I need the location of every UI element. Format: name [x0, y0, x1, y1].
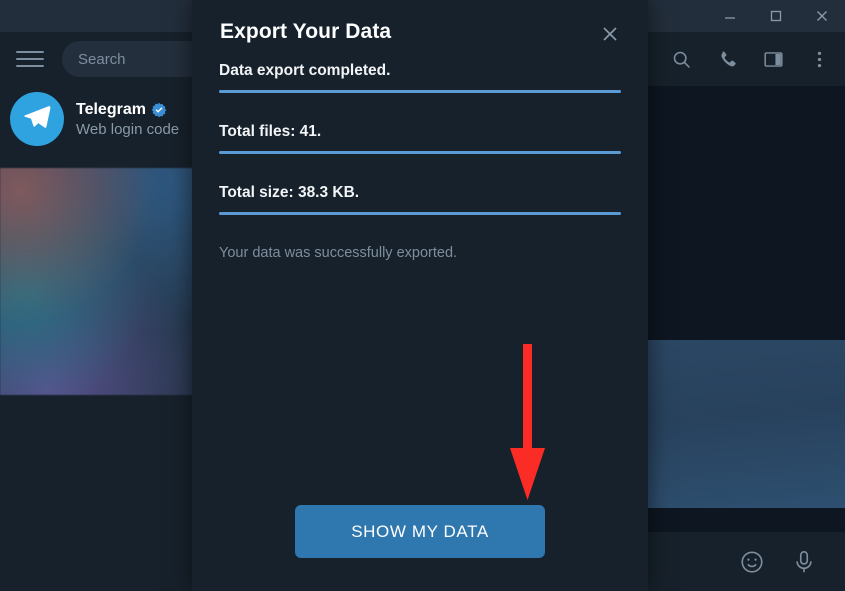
avatar [10, 92, 64, 146]
chat-preview: Web login code [76, 120, 180, 138]
export-data-dialog: Export Your Data Data export completed. … [192, 0, 648, 591]
maximize-button[interactable] [753, 0, 799, 32]
export-step: Total files: 41. [219, 123, 621, 154]
minimize-icon [723, 9, 737, 23]
export-step: Total size: 38.3 KB. [219, 184, 621, 215]
microphone-icon[interactable] [791, 549, 817, 575]
split-view-icon[interactable] [761, 47, 785, 71]
emoji-smiley-icon[interactable] [739, 549, 765, 575]
progress-bar [219, 212, 621, 215]
chat-meta: Telegram Web login code [76, 101, 179, 138]
close-icon [815, 9, 829, 23]
step-label: Total files: 41. [219, 123, 322, 140]
message-bubble [645, 340, 845, 508]
dialog-close-button[interactable] [600, 24, 622, 46]
chat-name: Telegram [76, 100, 146, 118]
progress-bar [219, 151, 621, 154]
dialog-header: Export Your Data [192, 0, 648, 46]
step-label: Total size: 38.3 KB. [219, 184, 360, 201]
minimize-button[interactable] [707, 0, 753, 32]
search-icon[interactable] [669, 47, 693, 71]
export-step: Data export completed. [219, 62, 621, 93]
show-my-data-button[interactable]: SHOW MY DATA [295, 505, 545, 558]
maximize-icon [769, 9, 783, 23]
verified-badge-icon [151, 102, 167, 118]
close-icon [600, 24, 622, 44]
chat-name-row: Telegram [76, 101, 179, 119]
search-placeholder: Search [78, 50, 126, 68]
progress-bar [219, 90, 621, 93]
telegram-paper-plane-icon [22, 102, 52, 137]
more-options-icon[interactable] [807, 47, 831, 71]
dialog-body: Data export completed. Total files: 41. … [192, 62, 648, 261]
close-button[interactable] [799, 0, 845, 32]
success-note: Your data was successfully exported. [219, 245, 458, 261]
phone-call-icon[interactable] [715, 47, 739, 71]
hamburger-menu-icon[interactable] [14, 45, 46, 73]
dialog-title: Export Your Data [220, 20, 392, 43]
step-label: Data export completed. [219, 62, 391, 79]
